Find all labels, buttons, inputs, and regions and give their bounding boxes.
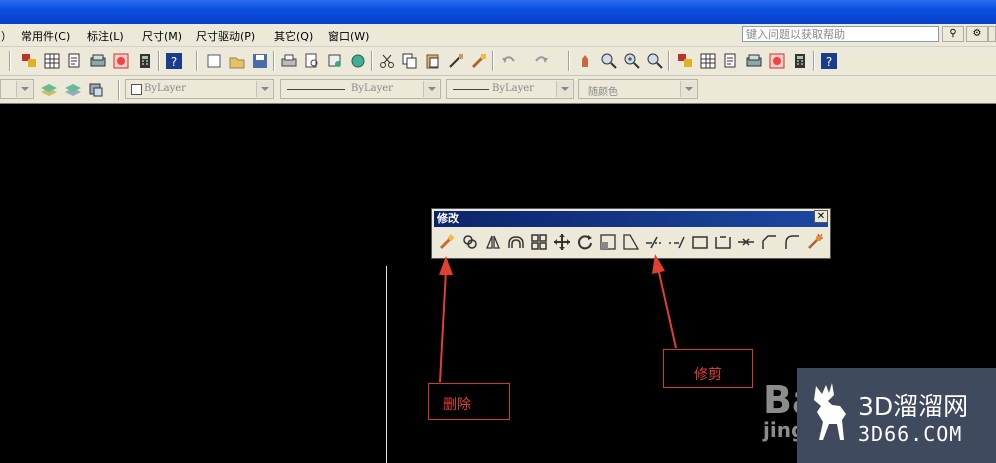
arrow-head-trim <box>652 254 665 274</box>
erase-callout: 删除 <box>428 383 510 420</box>
arrow-to-trim <box>657 267 677 349</box>
site-url: 3D66.COM <box>858 422 963 446</box>
arrow-head-erase <box>439 256 453 275</box>
erase-callout-label: 删除 <box>443 397 471 413</box>
site-name: 3D溜溜网 <box>858 392 969 421</box>
deer-logo-icon <box>814 383 846 440</box>
trim-callout: 修剪 <box>663 349 753 388</box>
arrow-to-erase <box>439 269 447 383</box>
trim-callout-label: 修剪 <box>694 367 722 383</box>
